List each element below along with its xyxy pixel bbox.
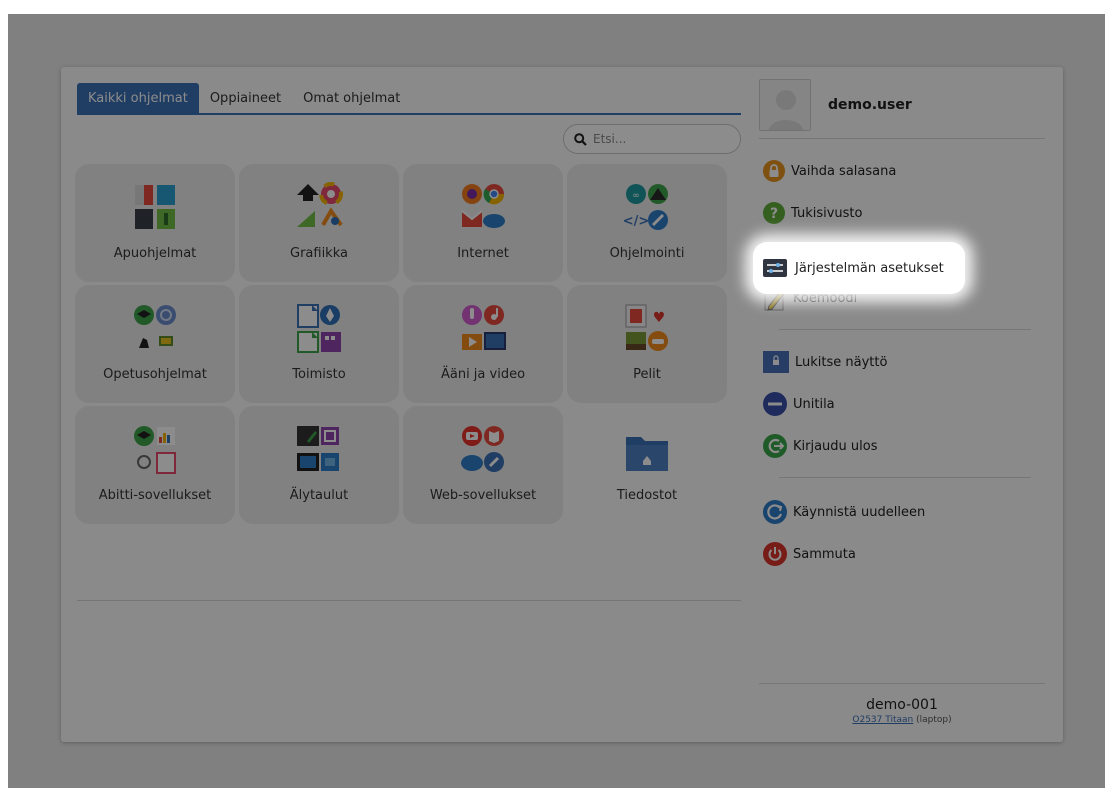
category-label: Internet bbox=[457, 246, 509, 261]
category-tile-smartboards[interactable]: Älytaulut bbox=[239, 406, 399, 524]
tab-all-programs[interactable]: Kaikki ohjelmat bbox=[77, 83, 199, 114]
host-details: O2537 Titaan (laptop) bbox=[759, 715, 1045, 725]
restart-button[interactable]: Käynnistä uudelleen bbox=[763, 497, 925, 527]
menu-item-label: Unitila bbox=[793, 396, 835, 412]
restart-icon bbox=[763, 500, 787, 524]
power-icon bbox=[763, 542, 787, 566]
category-tile-internet[interactable]: Internet bbox=[403, 164, 563, 282]
help-icon: ? bbox=[763, 202, 785, 224]
lock-icon bbox=[763, 160, 785, 182]
tab-bar: Kaikki ohjelmat Oppiaineet Omat ohjelmat bbox=[77, 83, 741, 115]
avatar-placeholder-icon bbox=[768, 90, 804, 130]
divider bbox=[759, 683, 1045, 684]
change-password-button[interactable]: Vaihda salasana bbox=[763, 156, 896, 186]
webapps-icon bbox=[461, 426, 504, 472]
svg-text:?: ? bbox=[770, 206, 778, 222]
settings-sliders-icon bbox=[763, 259, 787, 277]
category-tile-abitti[interactable]: Abitti-sovellukset bbox=[75, 406, 235, 524]
category-tile-programming[interactable]: ∞ </> Ohjelmointi bbox=[567, 164, 727, 282]
category-label: Opetusohjelmat bbox=[103, 367, 207, 382]
category-tile-graphics[interactable]: Grafiikka bbox=[239, 164, 399, 282]
system-settings-highlight[interactable]: Järjestelmän asetukset bbox=[753, 242, 965, 294]
menu-item-label: Käynnistä uudelleen bbox=[793, 504, 926, 520]
lock-screen-icon bbox=[763, 351, 789, 373]
svg-text:♥: ♥ bbox=[653, 310, 666, 326]
svg-text:</>: </> bbox=[623, 214, 650, 229]
category-label: Apuohjelmat bbox=[113, 246, 197, 261]
category-grid: Apuohjelmat Grafiikka Internet ∞ </> Ohj… bbox=[75, 164, 755, 524]
category-tile-audio-video[interactable]: Ääni ja video bbox=[403, 285, 563, 403]
menu-item-label: Sammuta bbox=[793, 546, 856, 562]
menu-item-label: Järjestelmän asetukset bbox=[795, 260, 944, 276]
menu-item-label: Lukitse näyttö bbox=[795, 354, 888, 370]
sleep-icon bbox=[763, 392, 787, 416]
search-input[interactable] bbox=[593, 132, 733, 146]
divider bbox=[759, 138, 1045, 139]
tab-subjects[interactable]: Oppiaineet bbox=[199, 83, 292, 114]
category-label: Toimisto bbox=[292, 367, 346, 382]
category-label: Älytaulut bbox=[289, 488, 349, 503]
category-label: Web-sovellukset bbox=[429, 488, 537, 503]
search-icon bbox=[574, 132, 587, 146]
device-type: (laptop) bbox=[916, 715, 952, 725]
smartboard-icon bbox=[297, 426, 339, 471]
category-tile-games[interactable]: ♥ Pelit bbox=[567, 285, 727, 403]
avatar bbox=[759, 79, 811, 131]
audio-video-icon bbox=[462, 305, 506, 350]
category-tile-files[interactable]: Tiedostot bbox=[567, 406, 727, 524]
support-site-link[interactable]: ? Tukisivusto bbox=[763, 198, 863, 228]
category-label: Pelit bbox=[633, 367, 661, 382]
logout-icon bbox=[763, 434, 787, 458]
divider bbox=[779, 477, 1031, 478]
category-label: Grafiikka bbox=[290, 246, 348, 261]
shutdown-button[interactable]: Sammuta bbox=[763, 539, 856, 569]
category-label: Tiedostot bbox=[616, 488, 678, 503]
location-link[interactable]: O2537 Titaan bbox=[852, 715, 913, 725]
internet-icon bbox=[461, 184, 505, 228]
games-icon: ♥ bbox=[625, 304, 668, 351]
tab-my-programs[interactable]: Omat ohjelmat bbox=[292, 83, 411, 114]
logout-button[interactable]: Kirjaudu ulos bbox=[763, 431, 878, 461]
category-tile-webapps[interactable]: Web-sovellukset bbox=[403, 406, 563, 524]
abitti-icon bbox=[134, 426, 176, 474]
menu-item-label: Vaihda salasana bbox=[791, 163, 897, 179]
user-header: demo.user bbox=[759, 77, 912, 133]
education-icon bbox=[134, 305, 176, 348]
category-label: Abitti-sovellukset bbox=[98, 488, 212, 503]
svg-text:∞: ∞ bbox=[632, 191, 640, 201]
office-icon bbox=[297, 304, 341, 353]
programming-icon: ∞ </> bbox=[623, 184, 668, 230]
graphics-icon bbox=[297, 182, 343, 227]
accessories-icon bbox=[135, 185, 175, 229]
category-tile-education[interactable]: Opetusohjelmat bbox=[75, 285, 235, 403]
menu-panel: Kaikki ohjelmat Oppiaineet Omat ohjelmat… bbox=[61, 67, 1063, 742]
sleep-button[interactable]: Unitila bbox=[763, 389, 835, 419]
lock-screen-button[interactable]: Lukitse näyttö bbox=[763, 347, 887, 377]
category-tile-office[interactable]: Toimisto bbox=[239, 285, 399, 403]
host-info: demo-001 O2537 Titaan (laptop) bbox=[759, 697, 1045, 725]
category-label: Ääni ja video bbox=[440, 367, 526, 382]
divider bbox=[77, 600, 741, 601]
folder-home-icon bbox=[626, 437, 668, 471]
username: demo.user bbox=[828, 97, 912, 113]
menu-item-label: Tukisivusto bbox=[791, 205, 863, 221]
category-label: Ohjelmointi bbox=[609, 246, 685, 261]
screen: Kaikki ohjelmat Oppiaineet Omat ohjelmat… bbox=[8, 14, 1105, 788]
hostname: demo-001 bbox=[866, 697, 938, 713]
menu-item-label: Kirjaudu ulos bbox=[793, 438, 878, 454]
search-box[interactable] bbox=[563, 124, 741, 154]
divider bbox=[779, 329, 1031, 330]
category-tile-accessories[interactable]: Apuohjelmat bbox=[75, 164, 235, 282]
